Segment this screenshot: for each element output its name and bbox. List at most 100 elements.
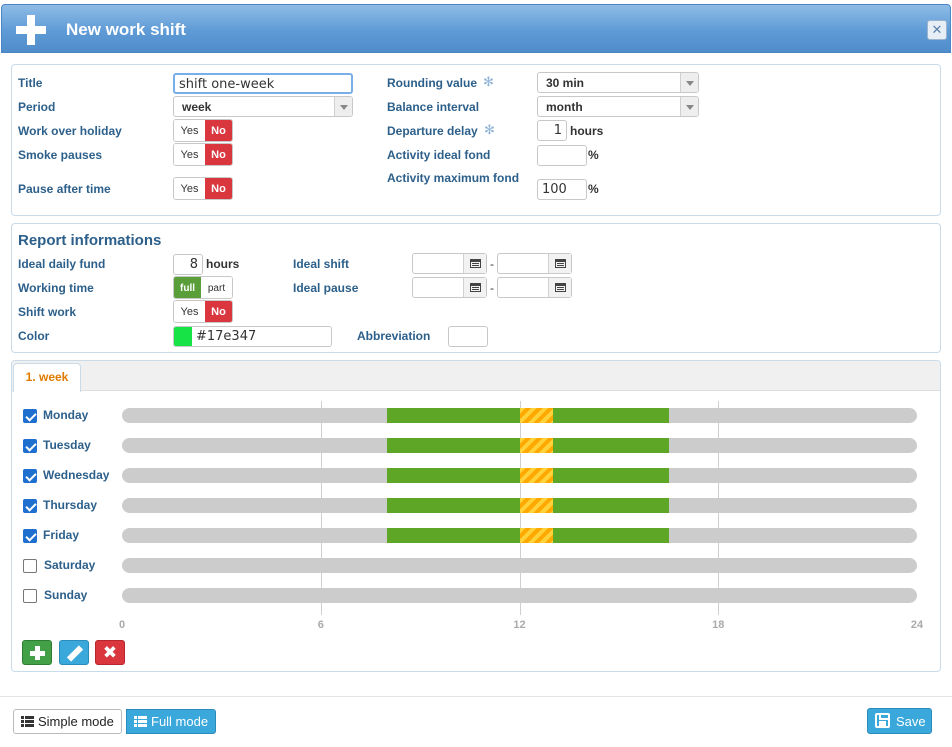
day-checkbox[interactable] [23, 439, 37, 453]
holiday-label: Work over holiday [18, 124, 122, 138]
axis-tick-label: 6 [317, 619, 324, 631]
close-button[interactable]: ✕ [927, 20, 947, 40]
calendar-icon[interactable] [548, 254, 571, 273]
report-panel: Report informations Ideal daily fund 8 h… [11, 223, 941, 353]
pause-segment[interactable] [519, 408, 553, 423]
save-button[interactable]: Save [867, 708, 932, 734]
day-label: Tuesday [43, 438, 91, 452]
calendar-icon[interactable] [548, 278, 571, 297]
work-segment[interactable] [387, 468, 520, 483]
departure-unit: hours [570, 124, 604, 138]
abbreviation-input[interactable] [448, 326, 488, 347]
floppy-icon [875, 713, 890, 728]
day-checkbox[interactable] [23, 469, 37, 483]
daily-fund-input[interactable]: 8 [173, 254, 203, 275]
axis-tick-label: 0 [118, 619, 126, 631]
day-checkbox[interactable] [23, 499, 37, 513]
pause-segment[interactable] [519, 528, 553, 543]
departure-input[interactable]: 1 [537, 120, 567, 141]
edit-button[interactable] [59, 640, 89, 665]
calendar-icon[interactable] [463, 254, 486, 273]
work-segment[interactable] [552, 408, 669, 423]
axis-tick-label: 18 [712, 619, 725, 631]
holiday-yes[interactable]: Yes [174, 120, 205, 141]
smoke-label: Smoke pauses [18, 148, 103, 162]
ideal-fond-label: Activity ideal fond [387, 148, 491, 162]
dialog-titlebar: New work shift ✕ [1, 4, 951, 53]
work-segment[interactable] [552, 498, 669, 513]
color-value: #17e347 [196, 329, 257, 344]
balance-label: Balance interval [387, 100, 480, 114]
working-time-toggle[interactable]: full part [173, 276, 233, 299]
calendar-icon[interactable] [463, 278, 486, 297]
day-track[interactable] [122, 588, 917, 603]
ideal-fond-percent: % [588, 148, 599, 162]
shift-work-yes[interactable]: Yes [174, 301, 205, 322]
holiday-no[interactable]: No [205, 120, 232, 141]
working-time-part[interactable]: part [201, 277, 232, 298]
work-segment[interactable] [552, 438, 669, 453]
ideal-pause-to[interactable] [497, 277, 572, 298]
balance-select[interactable]: month [537, 96, 699, 117]
tab-week-1[interactable]: 1. week [13, 363, 81, 392]
chevron-down-icon [334, 97, 352, 116]
day-checkbox[interactable] [23, 559, 37, 573]
pause-segment[interactable] [519, 498, 553, 513]
period-select[interactable]: week [173, 96, 353, 117]
daily-fund-unit: hours [206, 257, 240, 271]
rounding-select-value: 30 min [546, 76, 585, 90]
axis-tick-label: 24 [910, 619, 924, 631]
ideal-shift-label: Ideal shift [293, 257, 350, 271]
color-swatch[interactable] [174, 327, 192, 346]
smoke-no[interactable]: No [205, 144, 232, 165]
week-panel: 1. week Monday Tuesday Wednesday Thursday Fr… [11, 360, 941, 672]
full-mode-button[interactable]: Full mode [126, 709, 217, 734]
ideal-pause-label: Ideal pause [293, 281, 359, 295]
pause-after-no[interactable]: No [205, 178, 232, 199]
day-track[interactable] [122, 558, 917, 573]
work-segment[interactable] [387, 438, 520, 453]
ideal-shift-to[interactable] [497, 253, 572, 274]
day-checkbox[interactable] [23, 409, 37, 423]
pause-segment[interactable] [519, 438, 553, 453]
shift-work-toggle[interactable]: Yes No [173, 300, 233, 323]
add-button[interactable] [22, 640, 52, 665]
footer-divider [0, 696, 952, 697]
day-label: Wednesday [43, 468, 110, 482]
pause-segment[interactable] [519, 468, 553, 483]
gear-icon: ✻ [484, 122, 495, 137]
list-icon [21, 716, 34, 728]
work-segment[interactable] [387, 498, 520, 513]
gear-icon: ✻ [483, 74, 494, 89]
smoke-yes[interactable]: Yes [174, 144, 205, 165]
abbreviation-label: Abbreviation [357, 329, 431, 343]
working-time-full[interactable]: full [174, 277, 201, 298]
day-checkbox[interactable] [23, 529, 37, 543]
title-input[interactable]: shift one-week [173, 73, 353, 94]
ideal-pause-from[interactable] [412, 277, 487, 298]
day-label: Monday [43, 408, 89, 422]
plus-icon [16, 15, 46, 45]
daily-fund-label: Ideal daily fund [18, 257, 106, 271]
pause-after-yes[interactable]: Yes [174, 178, 205, 199]
day-checkbox[interactable] [23, 589, 37, 603]
day-label: Sunday [44, 588, 88, 602]
work-segment[interactable] [387, 528, 520, 543]
pause-after-toggle[interactable]: Yes No [173, 177, 233, 200]
work-segment[interactable] [552, 468, 669, 483]
shift-work-no[interactable]: No [205, 301, 232, 322]
rounding-select[interactable]: 30 min [537, 72, 699, 93]
simple-mode-button[interactable]: Simple mode [13, 709, 122, 734]
max-fond-input[interactable]: 100 [537, 179, 587, 200]
smoke-toggle[interactable]: Yes No [173, 143, 233, 166]
delete-button[interactable]: ✖ [95, 640, 125, 665]
chevron-down-icon [680, 73, 698, 92]
ideal-shift-from[interactable] [412, 253, 487, 274]
ideal-fond-input[interactable] [537, 145, 587, 166]
work-segment[interactable] [387, 408, 520, 423]
pencil-icon [66, 645, 84, 662]
departure-label: Departure delay [387, 124, 478, 138]
work-segment[interactable] [552, 528, 669, 543]
holiday-toggle[interactable]: Yes No [173, 119, 233, 142]
color-input[interactable]: #17e347 [173, 326, 332, 347]
